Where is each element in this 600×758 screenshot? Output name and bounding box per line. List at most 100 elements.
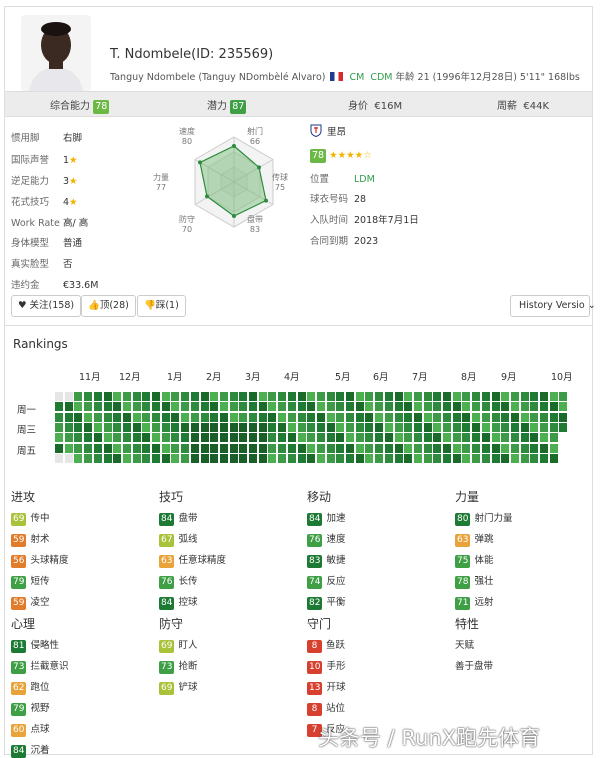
heatmap-cell xyxy=(336,412,345,422)
heatmap-cell xyxy=(462,433,471,443)
attribute-row: 79 视野 xyxy=(11,700,49,716)
heatmap-cell xyxy=(287,453,296,463)
heatmap-cell xyxy=(229,443,238,453)
info-row: 违约金 €33.6M xyxy=(11,280,99,291)
heatmap-cell xyxy=(171,422,180,432)
downvote-button[interactable]: 👎踩(1) xyxy=(137,295,186,317)
heatmap-cell xyxy=(113,443,122,453)
club-crest-icon xyxy=(310,124,322,138)
month-label: 5月 xyxy=(335,372,351,383)
heatmap-cell xyxy=(452,402,461,412)
attribute-label: 弹跳 xyxy=(474,534,494,545)
heatmap-cell xyxy=(113,412,122,422)
heatmap-cell xyxy=(316,402,325,412)
heatmap-cell xyxy=(510,412,519,422)
heatmap-cell xyxy=(287,422,296,432)
heatmap-cell xyxy=(336,392,345,401)
attribute-row: 善于盘带 xyxy=(455,658,493,672)
info-row: 真实脸型否 xyxy=(11,259,73,270)
heatmap-cell xyxy=(375,392,384,401)
heatmap-cell xyxy=(152,422,160,432)
rankings-title: Rankings xyxy=(13,337,68,351)
heatmap-cell xyxy=(520,433,529,443)
heatmap-cell xyxy=(443,392,451,401)
heatmap-cell xyxy=(93,422,102,432)
heatmap-cell xyxy=(122,443,131,453)
heatmap-cell xyxy=(510,422,519,432)
heatmap-cell xyxy=(171,412,180,422)
attribute-label: 长传 xyxy=(178,576,198,587)
attribute-value: 62 xyxy=(11,682,27,695)
heatmap-cell xyxy=(443,443,451,453)
heatmap-cell xyxy=(239,443,248,453)
heatmap-cell xyxy=(462,402,471,412)
heatmap-cell xyxy=(239,392,248,401)
heatmap-cell xyxy=(93,433,102,443)
radar-label-passing: 传球 75 xyxy=(272,173,288,192)
heatmap-cell xyxy=(55,392,63,401)
heatmap-cell xyxy=(413,402,422,412)
heatmap-cell xyxy=(326,392,335,401)
attribute-label: 传中 xyxy=(30,513,50,524)
heatmap-cell xyxy=(491,453,500,463)
heatmap-cell xyxy=(481,453,490,463)
heatmap-cell xyxy=(404,392,413,401)
attribute-label: 铲球 xyxy=(178,682,198,693)
history-version-dropdown[interactable]: History Versio ⌄ xyxy=(510,295,596,317)
heatmap-cell xyxy=(268,392,277,401)
follow-button[interactable]: ♥ 关注(158) xyxy=(11,295,82,317)
attribute-row: 62 跑位 xyxy=(11,679,49,695)
club-name[interactable]: 里昂 xyxy=(310,124,346,138)
attribute-value: 73 xyxy=(159,661,175,674)
heatmap-cell xyxy=(152,402,160,412)
position-badge-cm[interactable]: CM xyxy=(350,72,365,83)
upvote-button[interactable]: 👍顶(28) xyxy=(81,295,136,317)
heatmap-cell xyxy=(472,422,481,432)
heatmap-cell xyxy=(404,402,413,412)
heatmap-cell xyxy=(84,402,93,412)
heatmap-cell xyxy=(355,412,364,422)
heatmap-cell xyxy=(190,402,199,412)
attribute-row: 75 体能 xyxy=(455,552,493,568)
info-row: 身体模型 普通 xyxy=(11,238,83,249)
club-rating: 78 ★★★★☆ xyxy=(310,149,372,163)
day-label-wed: 周三 xyxy=(17,425,37,436)
heatmap-cell xyxy=(278,402,287,412)
heatmap-cell xyxy=(336,443,345,453)
attribute-label: 点球 xyxy=(30,724,50,735)
heatmap-cell xyxy=(142,443,151,453)
heatmap-cell xyxy=(375,453,384,463)
heatmap-cell xyxy=(84,443,93,453)
month-label: 10月 xyxy=(551,372,573,383)
heatmap-cell xyxy=(394,402,403,412)
heatmap-cell xyxy=(540,392,548,401)
attribute-value: 56 xyxy=(11,555,27,568)
heatmap-cell xyxy=(433,433,442,443)
heatmap-cell xyxy=(549,422,558,432)
heatmap-cell xyxy=(55,402,63,412)
heatmap-cell xyxy=(297,422,306,432)
heatmap-cell xyxy=(404,443,413,453)
attribute-value: 80 xyxy=(455,513,471,526)
heatmap-cell xyxy=(210,433,219,443)
month-label: 3月 xyxy=(245,372,261,383)
heatmap-cell xyxy=(559,412,568,422)
attribute-value: 84 xyxy=(159,513,175,526)
heatmap-cell xyxy=(413,392,422,401)
position-badge-cdm[interactable]: CDM xyxy=(370,72,392,83)
heatmap-cell xyxy=(229,412,238,422)
section-title: 防守 xyxy=(159,617,184,631)
attribute-row: 59 凌空 xyxy=(11,594,49,610)
heatmap-cell xyxy=(365,402,374,412)
heatmap-cell xyxy=(171,392,180,401)
month-label: 8月 xyxy=(461,372,477,383)
attribute-label: 平衡 xyxy=(326,597,346,608)
heatmap-cell xyxy=(239,433,248,443)
heatmap-cell xyxy=(413,433,422,443)
heatmap-cell xyxy=(326,402,335,412)
heatmap-cell xyxy=(93,443,102,453)
heatmap-cell xyxy=(210,443,219,453)
player-header: T. Ndombele(ID: 235569) Tanguy Ndombele … xyxy=(5,7,592,91)
heatmap-cell xyxy=(200,412,209,422)
attribute-row: 71 远射 xyxy=(455,594,493,610)
